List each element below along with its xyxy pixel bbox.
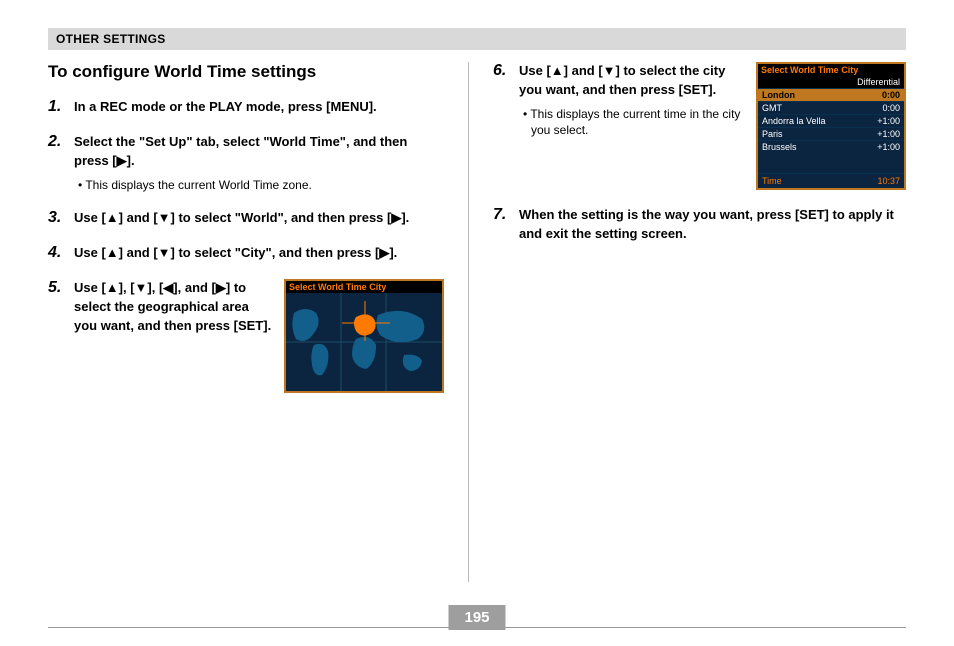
lcd-footer: Time 10:37 xyxy=(758,173,904,188)
step-5: 5. Use [▲], [▼], [◀], and [▶] to select … xyxy=(48,279,444,393)
step-1: 1. In a REC mode or the PLAY mode, press… xyxy=(48,98,444,117)
lcd-footer-label: Time xyxy=(762,176,782,186)
lcd-row: Andorra la Vella +1:00 xyxy=(758,114,904,127)
step-number: 6. xyxy=(493,62,519,80)
step-number: 5. xyxy=(48,279,74,297)
step-text: Use [▲] and [▼] to select "World", and t… xyxy=(74,209,444,228)
lcd-city: Andorra la Vella xyxy=(762,116,826,126)
step-subtext: This displays the current time in the ci… xyxy=(519,106,744,140)
lcd-diff: +1:00 xyxy=(877,129,900,139)
lcd-city-list: Select World Time City Differential Lond… xyxy=(756,62,906,190)
step-3: 3. Use [▲] and [▼] to select "World", an… xyxy=(48,209,444,228)
section-header: OTHER SETTINGS xyxy=(48,28,906,50)
lcd-city: Paris xyxy=(762,129,783,139)
lcd-row: Brussels +1:00 xyxy=(758,140,904,153)
step-text: Select the "Set Up" tab, select "World T… xyxy=(74,133,444,171)
lcd-city: Brussels xyxy=(762,142,797,152)
lcd-city: London xyxy=(762,90,795,100)
lcd-world-map: Select World Time City xyxy=(284,279,444,393)
step-text: Use [▲] and [▼] to select "City", and th… xyxy=(74,244,444,263)
lcd-title: Select World Time City xyxy=(286,281,442,293)
world-map-icon xyxy=(286,293,442,391)
step-number: 4. xyxy=(48,244,74,262)
step-7: 7. When the setting is the way you want,… xyxy=(493,206,906,244)
step-4: 4. Use [▲] and [▼] to select "City", and… xyxy=(48,244,444,263)
page-footer: 195 xyxy=(48,627,906,628)
step-number: 2. xyxy=(48,133,74,151)
page-title: To configure World Time settings xyxy=(48,62,444,82)
lcd-diff: 0:00 xyxy=(882,103,900,113)
lcd-diff: +1:00 xyxy=(877,116,900,126)
lcd-city: GMT xyxy=(762,103,782,113)
step-text: When the setting is the way you want, pr… xyxy=(519,206,906,244)
step-number: 1. xyxy=(48,98,74,116)
step-6: 6. Use [▲] and [▼] to select the city yo… xyxy=(493,62,906,190)
lcd-diff: 0:00 xyxy=(882,90,900,100)
lcd-row-selected: London 0:00 xyxy=(758,88,904,101)
lcd-row: Paris +1:00 xyxy=(758,127,904,140)
step-text: In a REC mode or the PLAY mode, press [M… xyxy=(74,98,444,117)
lcd-footer-value: 10:37 xyxy=(877,176,900,186)
page-number: 195 xyxy=(448,605,505,630)
step-2: 2. Select the "Set Up" tab, select "Worl… xyxy=(48,133,444,193)
step-text: Use [▲], [▼], [◀], and [▶] to select the… xyxy=(74,279,272,336)
lcd-row: GMT 0:00 xyxy=(758,101,904,114)
lcd-title: Select World Time City xyxy=(758,64,904,76)
step-text: Use [▲] and [▼] to select the city you w… xyxy=(519,62,744,100)
lcd-column-header: Differential xyxy=(758,76,904,88)
step-number: 3. xyxy=(48,209,74,227)
lcd-diff: +1:00 xyxy=(877,142,900,152)
step-number: 7. xyxy=(493,206,519,224)
step-subtext: This displays the current World Time zon… xyxy=(74,177,444,194)
